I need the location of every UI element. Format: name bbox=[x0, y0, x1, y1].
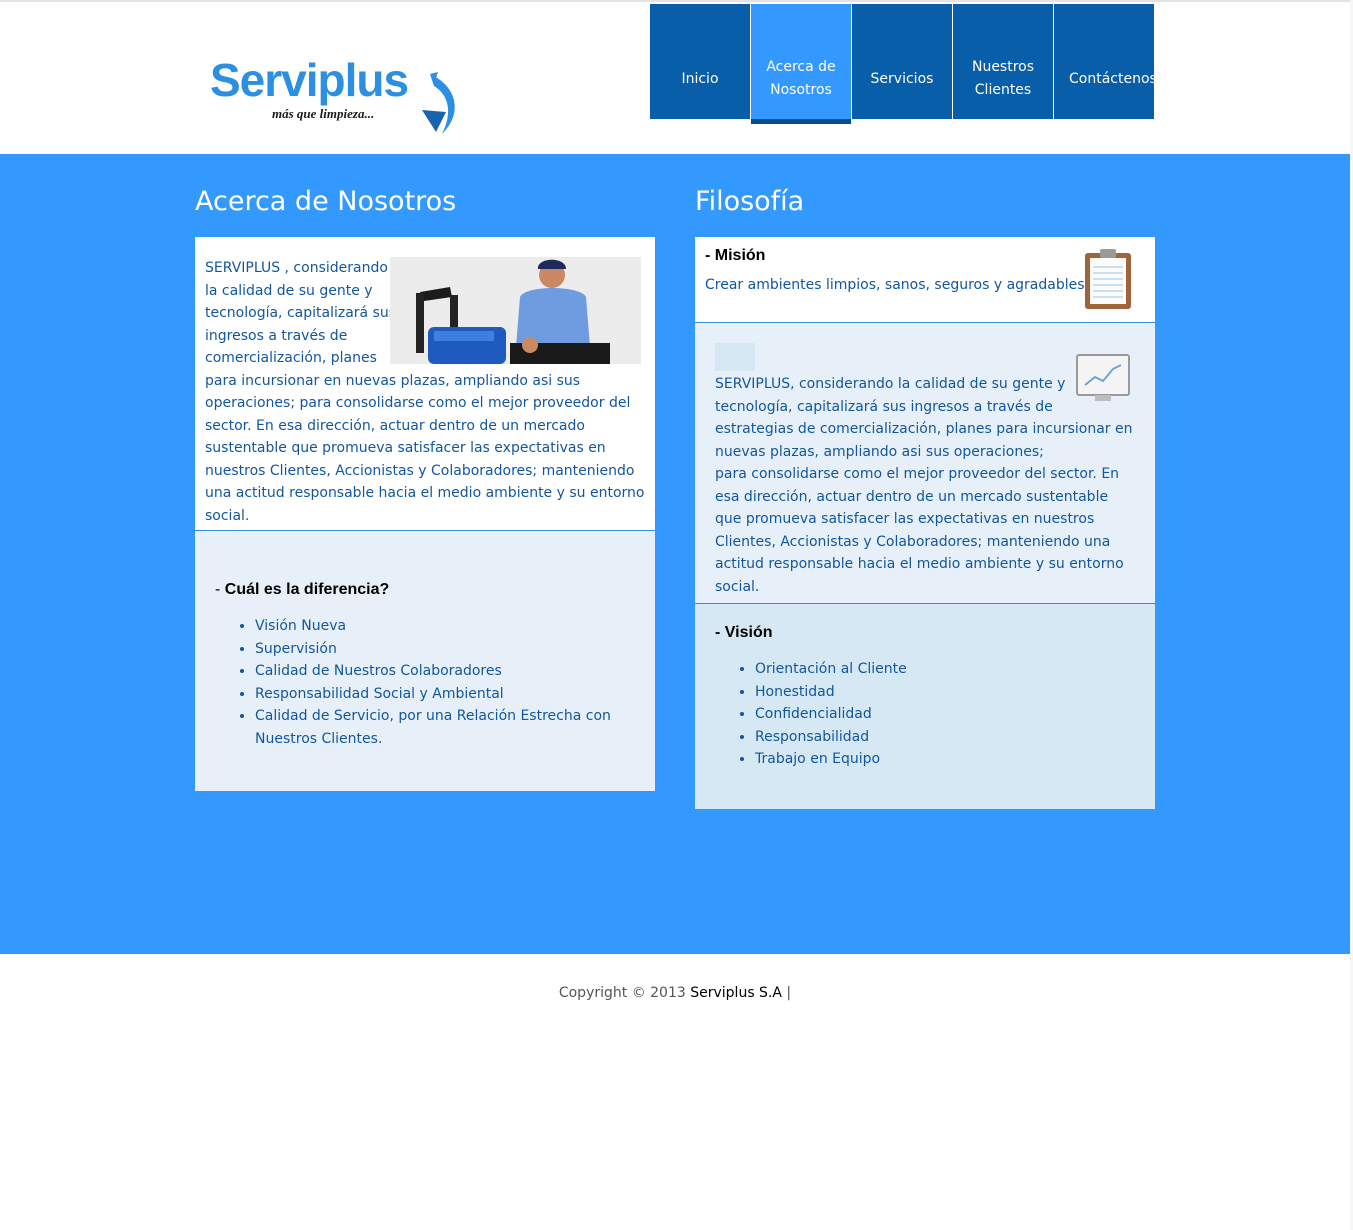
mision-box: - Misión Crear ambientes limpios, sanos,… bbox=[695, 237, 1155, 323]
philosophy-text-1: SERVIPLUS, considerando la calidad de su… bbox=[715, 376, 1133, 460]
about-intro-box: SERVIPLUS , considerando la calidad de s… bbox=[195, 237, 655, 530]
heading-dash: - bbox=[215, 581, 225, 598]
nav-item-clientes[interactable]: Nuestros Clientes bbox=[953, 4, 1053, 119]
vision-heading: - Visión bbox=[715, 624, 773, 641]
logo-wordmark: Serviplus bbox=[210, 54, 409, 106]
list-item: Trabajo en Equipo bbox=[755, 748, 1135, 771]
logo[interactable]: Serviplus más que limpieza... bbox=[210, 54, 460, 138]
nav-item-contactenos[interactable]: Contáctenos bbox=[1054, 4, 1157, 119]
difference-heading: - Cuál es la diferencia? bbox=[215, 581, 635, 599]
list-item: Responsabilidad bbox=[755, 726, 1135, 749]
main-nav: Inicio Acerca de Nosotros Servicios Nues… bbox=[650, 4, 1157, 124]
list-item: Orientación al Cliente bbox=[755, 658, 1135, 681]
nav-label: Servicios bbox=[870, 70, 934, 87]
difference-list: Visión Nueva Supervisión Calidad de Nues… bbox=[215, 615, 635, 750]
decorative-square bbox=[715, 343, 755, 371]
intro-line: la calidad de su gente y bbox=[205, 282, 373, 299]
mision-text: Crear ambientes limpios, sanos, seguros … bbox=[705, 277, 1089, 293]
nav-item-inicio[interactable]: Inicio bbox=[650, 4, 750, 119]
footer: Copyright © 2013 Serviplus S.A | bbox=[0, 985, 1350, 1001]
about-title: Acerca de Nosotros bbox=[195, 186, 457, 217]
logo-tagline: más que limpieza... bbox=[272, 106, 375, 121]
clipboard-icon bbox=[1085, 249, 1131, 309]
list-item: Responsabilidad Social y Ambiental bbox=[255, 683, 635, 706]
nav-label: Acerca de Nosotros bbox=[766, 59, 836, 98]
vision-box: - Visión Orientación al Cliente Honestid… bbox=[695, 603, 1155, 809]
list-item: Visión Nueva bbox=[255, 615, 635, 638]
chart-board-icon bbox=[1076, 354, 1130, 401]
about-intro-lines: SERVIPLUS , considerando la calidad de s… bbox=[205, 257, 405, 370]
intro-line: comercialización, planes bbox=[205, 350, 377, 366]
intro-line: ingresos a través de bbox=[205, 327, 348, 344]
heading-text: Cuál es la diferencia? bbox=[224, 581, 390, 598]
about-intro-rest: para incursionar en nuevas plazas, ampli… bbox=[205, 372, 645, 524]
vision-list: Orientación al Cliente Honestidad Confid… bbox=[715, 658, 1135, 771]
intro-line: tecnología, capitalizará sus bbox=[205, 305, 397, 321]
list-item: Confidencialidad bbox=[755, 703, 1135, 726]
worker-photo bbox=[390, 257, 641, 364]
swoosh-arrow-icon bbox=[422, 72, 455, 134]
header: Serviplus más que limpieza... Inicio Ace… bbox=[0, 2, 1350, 154]
nav-label: Inicio bbox=[681, 70, 719, 87]
difference-box: - Cuál es la diferencia? Visión Nueva Su… bbox=[195, 530, 655, 791]
copyright-text: Copyright © 2013 bbox=[558, 985, 691, 1001]
nav-label: Contáctenos bbox=[1069, 70, 1157, 87]
philosophy-title: Filosofía bbox=[695, 186, 805, 217]
footer-separator: | bbox=[781, 985, 792, 1001]
list-item: Supervisión bbox=[255, 638, 635, 661]
philosophy-middle-box: SERVIPLUS, considerando la calidad de su… bbox=[695, 322, 1155, 604]
philosophy-text-2: para consolidarse como el mejor proveedo… bbox=[715, 466, 1124, 595]
mision-heading: - Misión bbox=[705, 247, 766, 264]
list-item: Calidad de Nuestros Colaboradores bbox=[255, 660, 635, 683]
nav-label: Nuestros Clientes bbox=[971, 59, 1035, 98]
list-item: Calidad de Servicio, por una Relación Es… bbox=[255, 705, 635, 750]
list-item: Honestidad bbox=[755, 681, 1135, 704]
nav-item-servicios[interactable]: Servicios bbox=[852, 4, 952, 119]
footer-brand-link[interactable]: Serviplus S.A bbox=[690, 985, 782, 1001]
nav-item-acerca[interactable]: Acerca de Nosotros bbox=[751, 4, 851, 124]
intro-line: SERVIPLUS , considerando bbox=[205, 260, 388, 276]
